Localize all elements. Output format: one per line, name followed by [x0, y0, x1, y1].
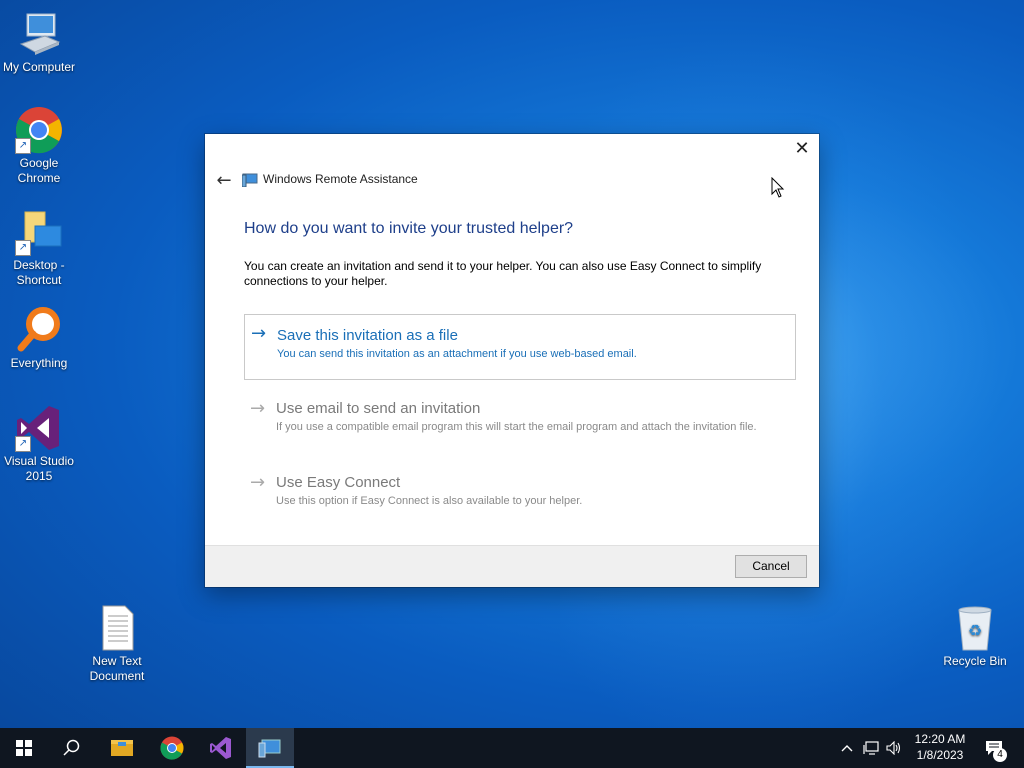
folder-icon: ↗: [15, 208, 63, 256]
close-button[interactable]: ✕: [791, 138, 813, 160]
desktop-icon-google-chrome[interactable]: ↗ Google Chrome: [0, 106, 78, 186]
cancel-button[interactable]: Cancel: [735, 555, 807, 578]
right-arrow-icon: →: [250, 398, 266, 419]
everything-search-icon: [15, 306, 63, 354]
clock-time: 12:20 AM: [914, 732, 966, 746]
recycle-bin-icon: ♻: [951, 604, 999, 652]
chrome-icon: [160, 736, 184, 760]
option-title: Use Easy Connect: [276, 474, 401, 491]
search-button[interactable]: [48, 728, 96, 768]
visual-studio-icon: [210, 737, 231, 759]
taskbar-visual-studio[interactable]: [197, 728, 245, 768]
right-arrow-icon: →: [250, 472, 266, 493]
notification-count-badge: 4: [993, 748, 1007, 762]
option-title: Use email to send an invitation: [276, 400, 481, 417]
option-easy-connect[interactable]: → Use Easy Connect Use this option if Ea…: [244, 470, 796, 510]
action-center-button[interactable]: [980, 728, 1008, 768]
search-icon: [63, 739, 80, 756]
chrome-icon: ↗: [15, 106, 63, 154]
text-document-icon: [93, 604, 141, 652]
desktop-icon-desktop-shortcut[interactable]: ↗ Desktop - Shortcut: [0, 208, 78, 288]
taskbar: 12:20 AM 1/8/2023: [0, 728, 1024, 768]
option-email-invitation[interactable]: → Use email to send an invitation If you…: [244, 396, 796, 456]
volume-button[interactable]: [884, 728, 904, 768]
option-description: Use this option if Easy Connect is also …: [276, 495, 583, 507]
dialog-footer: Cancel: [205, 545, 819, 587]
desktop-icon-label: New Text Document: [89, 654, 145, 683]
desktop-icon-label: Recycle Bin: [943, 654, 1007, 668]
remote-assistance-icon: [258, 739, 281, 758]
taskbar-file-explorer[interactable]: [98, 728, 146, 768]
dialog-app-title: Windows Remote Assistance: [263, 172, 418, 186]
shortcut-arrow-icon: ↗: [15, 240, 31, 256]
windows-logo-icon: [16, 740, 32, 756]
shortcut-arrow-icon: ↗: [15, 436, 31, 452]
computer-icon: [15, 10, 63, 58]
chevron-up-icon: [841, 745, 853, 752]
desktop-icon-new-text-document[interactable]: New Text Document: [78, 604, 156, 684]
network-button[interactable]: [861, 728, 881, 768]
taskbar-remote-assistance[interactable]: [246, 728, 294, 768]
desktop-icon-label: Everything: [10, 356, 68, 370]
speaker-icon: [886, 741, 901, 755]
clock-date: 1/8/2023: [916, 748, 964, 762]
network-icon: [863, 741, 879, 755]
desktop-icon-label: Desktop - Shortcut: [13, 258, 65, 287]
option-title: Save this invitation as a file: [277, 327, 458, 344]
clock[interactable]: 12:20 AM 1/8/2023: [906, 731, 974, 763]
start-button[interactable]: [0, 728, 48, 768]
visual-studio-icon: ↗: [15, 404, 63, 452]
file-explorer-icon: [111, 740, 133, 756]
right-arrow-icon: →: [251, 323, 267, 344]
dialog-intro-text: You can create an invitation and send it…: [244, 259, 762, 288]
option-save-invitation-file[interactable]: → Save this invitation as a file You can…: [244, 314, 796, 380]
desktop-icon-label: Visual Studio 2015: [4, 454, 74, 483]
desktop-icon-my-computer[interactable]: My Computer: [0, 10, 78, 75]
option-description: If you use a compatible email program th…: [276, 421, 757, 433]
dialog-heading: How do you want to invite your trusted h…: [244, 220, 574, 237]
taskbar-chrome[interactable]: [148, 728, 196, 768]
remote-assistance-dialog: ✕ ← Windows Remote Assistance How do you…: [205, 134, 819, 587]
shortcut-arrow-icon: ↗: [15, 138, 31, 154]
desktop-icon-label: Google Chrome: [17, 156, 61, 185]
option-description: You can send this invitation as an attac…: [277, 348, 637, 360]
remote-assistance-icon: [241, 173, 258, 188]
desktop-icon-recycle-bin[interactable]: ♻ Recycle Bin: [936, 604, 1014, 669]
desktop-icon-visual-studio[interactable]: ↗ Visual Studio 2015: [0, 404, 78, 484]
show-hidden-icons-button[interactable]: [838, 728, 856, 768]
svg-text:♻: ♻: [968, 621, 982, 640]
desktop-icon-label: My Computer: [2, 60, 76, 74]
back-arrow-button[interactable]: ←: [213, 170, 235, 192]
desktop-icon-everything[interactable]: Everything: [0, 306, 78, 371]
